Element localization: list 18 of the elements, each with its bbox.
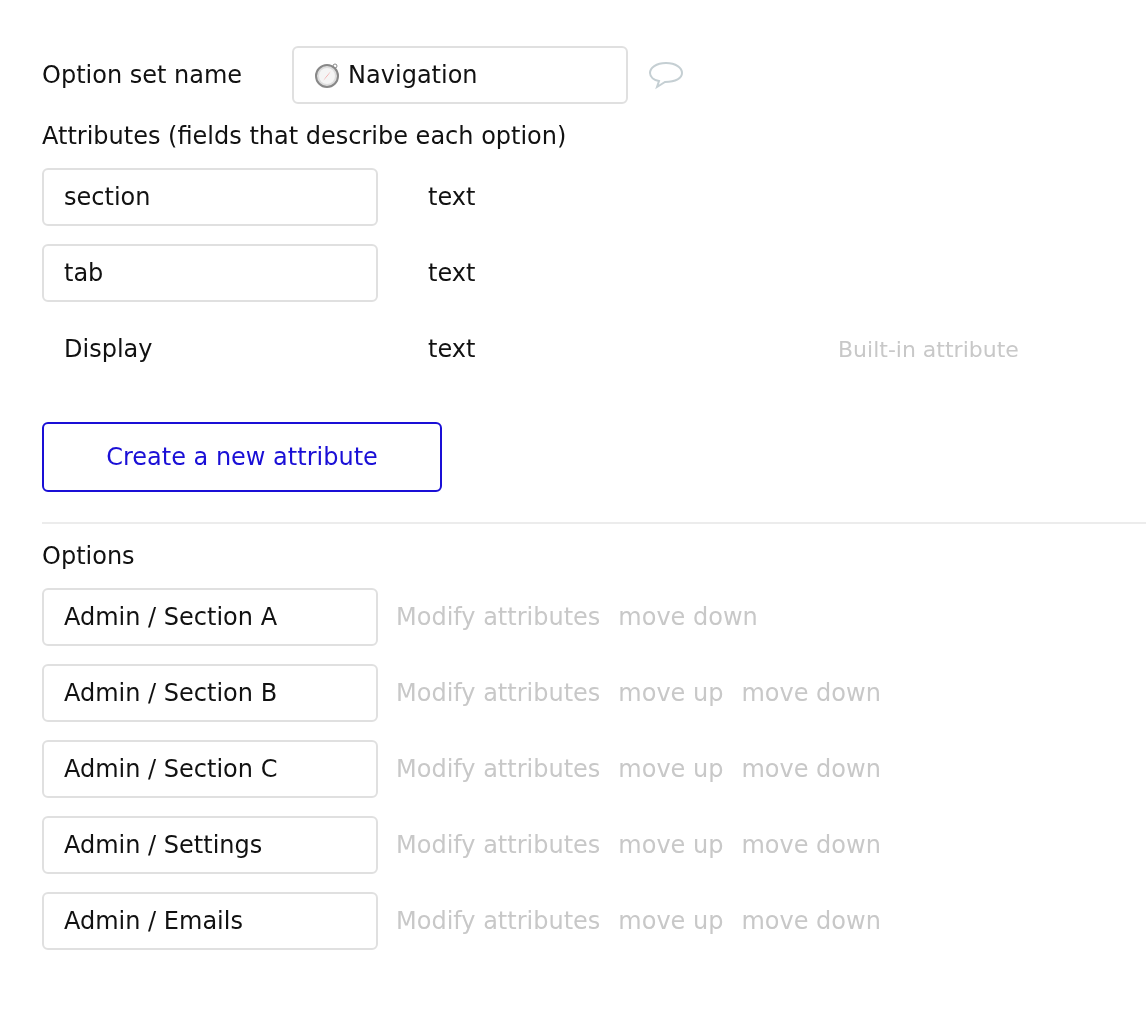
attribute-type: text bbox=[428, 183, 477, 211]
attribute-name-field[interactable]: section bbox=[42, 168, 378, 226]
option-name-field[interactable]: Admin / Settings bbox=[42, 816, 378, 874]
attribute-type: text bbox=[428, 335, 477, 363]
field-label: Option set name bbox=[42, 61, 243, 89]
section-heading: Attributes (fields that describe each option) bbox=[42, 122, 568, 150]
attribute-name-field[interactable]: tab bbox=[42, 244, 378, 302]
section-heading: Options bbox=[42, 542, 136, 570]
attribute-name: Display bbox=[63, 335, 154, 363]
option-name-field[interactable]: Admin / Section B bbox=[42, 664, 378, 722]
comment-icon[interactable] bbox=[648, 60, 685, 90]
option-name-field[interactable]: Admin / Emails bbox=[42, 892, 378, 950]
option-name-field[interactable]: Admin / Section C bbox=[42, 740, 378, 798]
attribute-type: text bbox=[428, 259, 477, 287]
option-name-field[interactable]: Admin / Section A bbox=[42, 588, 378, 646]
name-input-field[interactable]: Navigation bbox=[292, 46, 629, 104]
compass-icon bbox=[314, 62, 341, 88]
create-attribute-button[interactable]: Create a new attribute bbox=[42, 422, 442, 492]
